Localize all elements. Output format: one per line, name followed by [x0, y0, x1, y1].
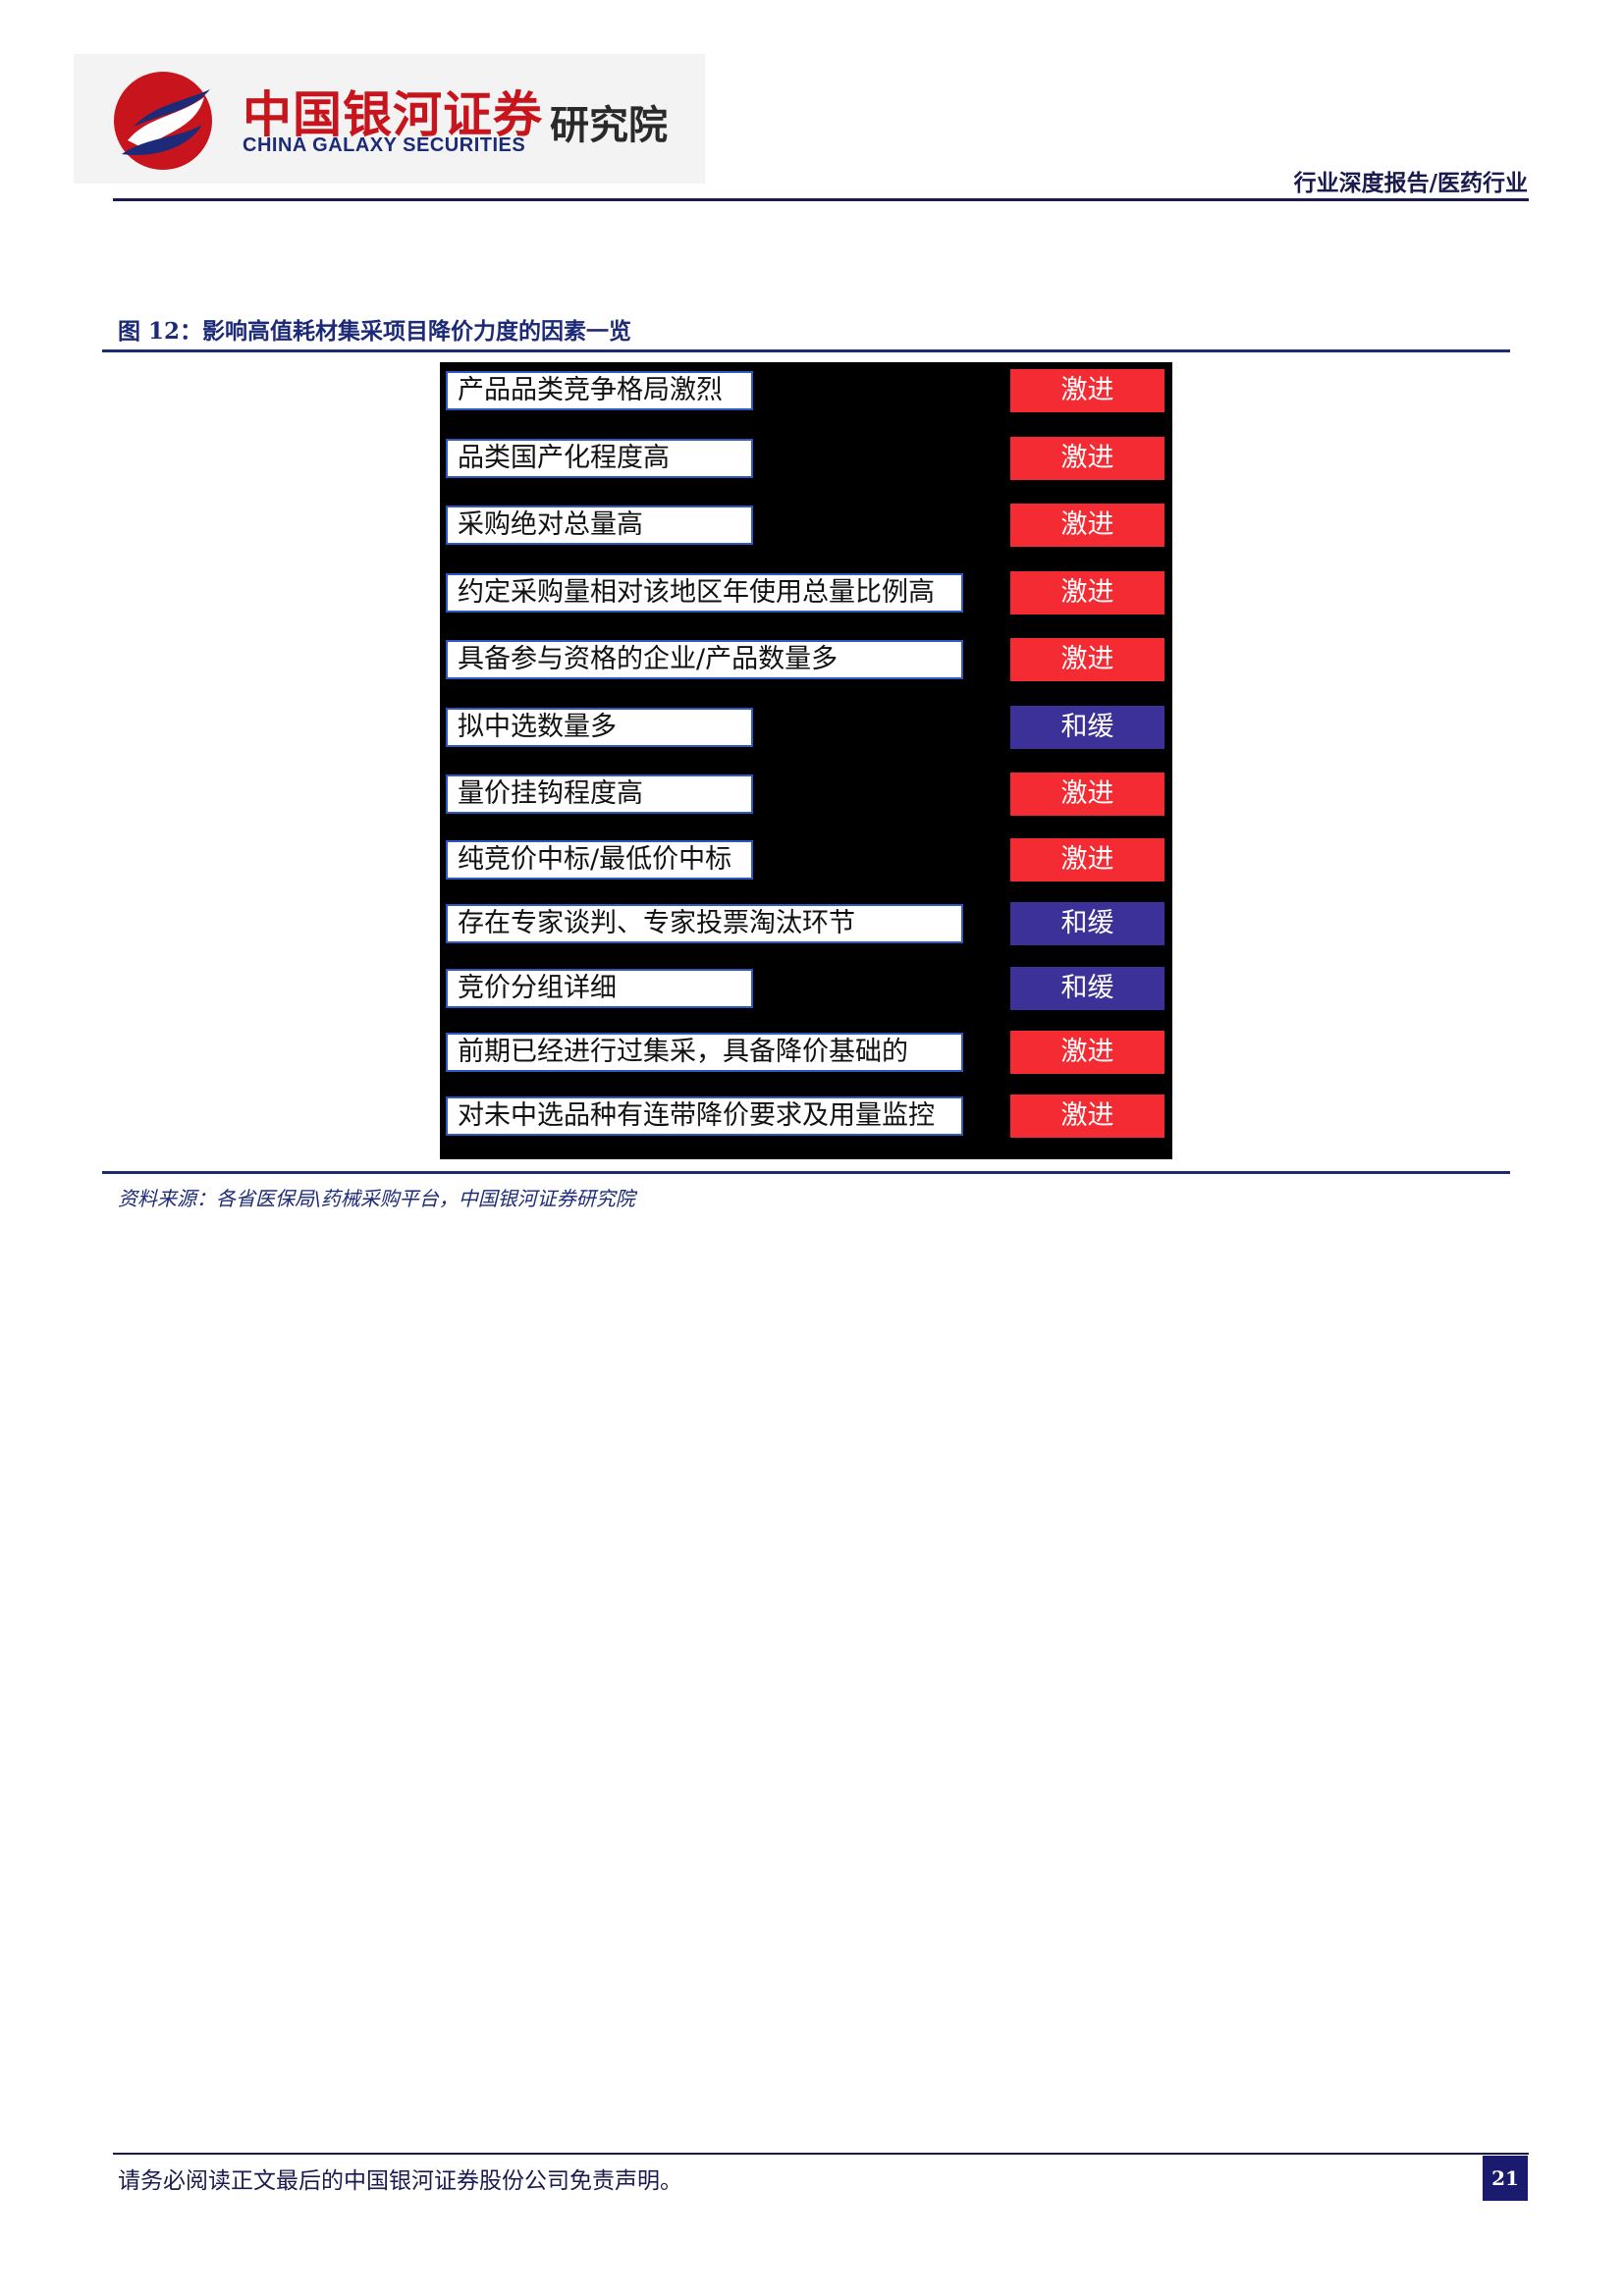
- level-badge: 激进: [1010, 1031, 1164, 1074]
- factor-label: 品类国产化程度高: [446, 439, 753, 478]
- factor-label: 量价挂钩程度高: [446, 774, 753, 814]
- factor-label: 采购绝对总量高: [446, 506, 753, 545]
- level-badge: 激进: [1010, 571, 1164, 614]
- footer-divider: [113, 2153, 1529, 2155]
- disclaimer-note: 请务必阅读正文最后的中国银河证券股份公司免责声明。: [118, 2168, 682, 2194]
- level-badge: 激进: [1010, 773, 1164, 816]
- factor-label: 约定采购量相对该地区年使用总量比例高: [446, 573, 963, 613]
- figure-bottom-divider: [102, 1171, 1510, 1174]
- level-badge: 激进: [1010, 369, 1164, 412]
- factor-label: 具备参与资格的企业/产品数量多: [446, 640, 963, 679]
- header-divider: [113, 198, 1529, 201]
- factor-label: 拟中选数量多: [446, 708, 753, 747]
- factor-label: 产品品类竞争格局激烈: [446, 371, 753, 410]
- factor-label: 存在专家谈判、专家投票淘汰环节: [446, 904, 963, 943]
- level-badge: 激进: [1010, 504, 1164, 547]
- level-badge: 和缓: [1010, 902, 1164, 945]
- figure-top-divider: [102, 349, 1510, 352]
- level-badge: 激进: [1010, 638, 1164, 681]
- company-logo: 中国银河证券 CHINA GALAXY SECURITIES 研究院: [74, 54, 705, 184]
- factor-table-panel: 产品品类竞争格局激烈 激进 品类国产化程度高 激进 采购绝对总量高 激进 约定采…: [440, 362, 1172, 1159]
- level-badge: 和缓: [1010, 706, 1164, 749]
- report-category: 行业深度报告/医药行业: [1293, 170, 1528, 196]
- level-badge: 激进: [1010, 437, 1164, 480]
- level-badge: 和缓: [1010, 967, 1164, 1010]
- level-badge: 激进: [1010, 1095, 1164, 1138]
- figure-source: 资料来源：各省医保局\药械采购平台，中国银河证券研究院: [118, 1187, 635, 1210]
- factor-label: 纯竞价中标/最低价中标: [446, 840, 753, 880]
- logo-institute: 研究院: [550, 103, 668, 148]
- logo-english-name: CHINA GALAXY SECURITIES: [243, 134, 526, 156]
- factor-label: 对未中选品种有连带降价要求及用量监控: [446, 1096, 963, 1136]
- galaxy-logo-icon: [114, 72, 212, 170]
- level-badge: 激进: [1010, 838, 1164, 881]
- page-number: 21: [1483, 2156, 1528, 2201]
- factor-label: 前期已经进行过集采，具备降价基础的: [446, 1033, 963, 1072]
- figure-title: 图 12：影响高值耗材集采项目降价力度的因素一览: [118, 318, 632, 345]
- factor-label: 竞价分组详细: [446, 969, 753, 1008]
